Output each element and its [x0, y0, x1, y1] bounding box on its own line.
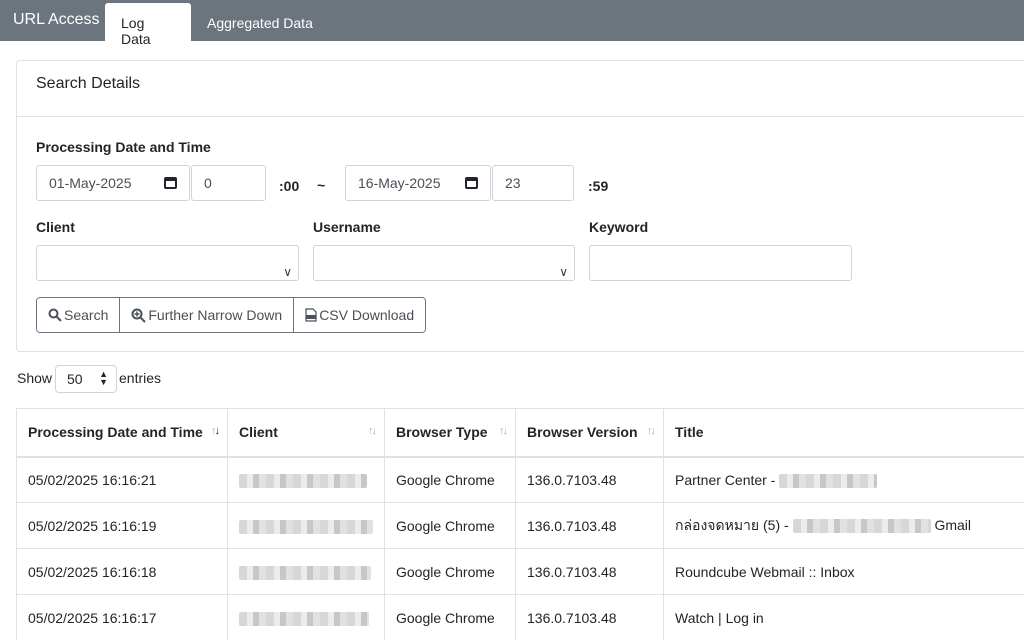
column-header-label: Browser Type [396, 424, 488, 441]
start-date-input[interactable]: 01-May-2025 [36, 165, 190, 201]
redacted-client [239, 565, 371, 580]
table-row[interactable]: 05/02/2025 16:16:21 Google Chrome 136.0.… [16, 456, 1024, 503]
cell-title: Roundcube Webmail :: Inbox [663, 548, 1024, 595]
chevron-down-icon: ∨ [559, 265, 568, 279]
cell-browser-version: 136.0.7103.48 [515, 594, 664, 640]
client-select[interactable]: ∨ [36, 245, 299, 281]
table-header-row: Processing Date and Time ↑↓ Client ↑↓ Br… [16, 408, 1024, 458]
end-hour-value: 23 [505, 175, 521, 191]
cell-client [227, 456, 385, 503]
chevron-updown-icon: ▲ ▼ [99, 369, 108, 387]
cell-client [227, 502, 385, 549]
search-button-group: Search Further Narrow Down CSV Download [36, 297, 427, 333]
redacted-client [239, 473, 367, 488]
cell-title: Partner Center - [663, 456, 1024, 503]
cell-client [227, 594, 385, 640]
table-row[interactable]: 05/02/2025 16:16:18 Google Chrome 136.0.… [16, 548, 1024, 595]
redacted-client [239, 519, 373, 534]
start-hour-value: 0 [204, 175, 212, 191]
chevron-down-icon: ∨ [283, 265, 292, 279]
calendar-icon[interactable] [164, 177, 177, 189]
entries-label: entries [119, 370, 162, 386]
column-header-label: Processing Date and Time [28, 424, 203, 441]
search-button[interactable]: Search [37, 298, 121, 332]
csv-file-icon [305, 308, 317, 322]
column-header-label: Client [239, 424, 278, 441]
title-text: Partner Center - [675, 471, 780, 488]
redacted-title [779, 473, 878, 488]
processing-date-label: Processing Date and Time [36, 139, 211, 155]
zoom-plus-icon [131, 308, 147, 323]
cell-datetime: 05/02/2025 16:16:19 [16, 502, 228, 549]
tab-aggregated-data[interactable]: Aggregated Data [191, 3, 329, 41]
end-minute-suffix: :59 [588, 178, 609, 194]
sort-icon: ↑↓ [368, 425, 377, 437]
username-select[interactable]: ∨ [313, 245, 575, 281]
cell-title: กล่องจดหมาย (5) - Gmail [663, 502, 1024, 549]
end-hour-input[interactable]: 23 [492, 165, 574, 201]
cell-browser-version: 136.0.7103.48 [515, 548, 664, 595]
cell-browser-type: Google Chrome [384, 594, 516, 640]
csv-download-label: CSV Download [319, 307, 415, 323]
show-label: Show [17, 370, 53, 386]
cell-datetime: 05/02/2025 16:16:17 [16, 594, 228, 640]
redacted-title [792, 518, 931, 533]
keyword-label: Keyword [589, 219, 649, 235]
column-header-client[interactable]: Client ↑↓ [227, 408, 385, 458]
end-date-value: 16-May-2025 [358, 175, 441, 191]
end-date-input[interactable]: 16-May-2025 [345, 165, 491, 201]
further-narrow-down-button[interactable]: Further Narrow Down [120, 298, 295, 332]
start-hour-input[interactable]: 0 [191, 165, 266, 201]
cell-browser-type: Google Chrome [384, 548, 516, 595]
cell-browser-type: Google Chrome [384, 456, 516, 503]
cell-browser-version: 136.0.7103.48 [515, 502, 664, 549]
cell-client [227, 548, 385, 595]
cell-datetime: 05/02/2025 16:16:18 [16, 548, 228, 595]
title-text: กล่องจดหมาย (5) - [675, 516, 793, 533]
keyword-input[interactable] [589, 245, 852, 281]
column-header-browser-version[interactable]: Browser Version ↑↓ [515, 408, 664, 458]
column-header-title[interactable]: Title [663, 408, 1024, 458]
column-header-label: Title [675, 424, 704, 441]
title-text: Watch | Log in [675, 609, 764, 626]
title-text: Roundcube Webmail :: Inbox [675, 563, 855, 580]
cell-browser-version: 136.0.7103.48 [515, 456, 664, 503]
start-date-value: 01-May-2025 [49, 175, 132, 191]
log-data-table: Processing Date and Time ↑↓ Client ↑↓ Br… [16, 408, 1024, 640]
search-button-label: Search [64, 307, 109, 323]
entries-select-value: 50 [67, 371, 83, 387]
calendar-icon[interactable] [465, 177, 478, 189]
top-navbar: URL Access Log Data Aggregated Data [0, 0, 1024, 47]
start-minute-suffix: :00 [279, 178, 300, 194]
tab-log-data[interactable]: Log Data [105, 3, 191, 47]
redacted-client [239, 611, 369, 626]
csv-download-button[interactable]: CSV Download [294, 298, 426, 332]
app-title[interactable]: URL Access [13, 11, 100, 29]
sort-icon: ↑↓ [647, 425, 656, 437]
title-suffix: Gmail [930, 516, 972, 533]
sort-icon: ↑↓ [499, 425, 508, 437]
column-header-browser-type[interactable]: Browser Type ↑↓ [384, 408, 516, 458]
entries-select[interactable]: 50 ▲ ▼ [55, 365, 117, 393]
search-card-header: Search Details [17, 61, 1024, 117]
column-header-processing-date[interactable]: Processing Date and Time ↑↓ [16, 408, 228, 458]
cell-title: Watch | Log in [663, 594, 1024, 640]
username-label: Username [313, 219, 381, 235]
table-row[interactable]: 05/02/2025 16:16:17 Google Chrome 136.0.… [16, 594, 1024, 640]
search-icon [48, 308, 62, 322]
table-row[interactable]: 05/02/2025 16:16:19 Google Chrome 136.0.… [16, 502, 1024, 549]
client-label: Client [36, 219, 75, 235]
further-narrow-down-label: Further Narrow Down [148, 307, 283, 323]
cell-browser-type: Google Chrome [384, 502, 516, 549]
column-header-label: Browser Version [527, 424, 638, 441]
cell-datetime: 05/02/2025 16:16:21 [16, 456, 228, 503]
range-separator: ~ [317, 177, 326, 193]
search-card: Search Details Processing Date and Time … [16, 60, 1024, 352]
sort-icon: ↑↓ [211, 425, 220, 437]
